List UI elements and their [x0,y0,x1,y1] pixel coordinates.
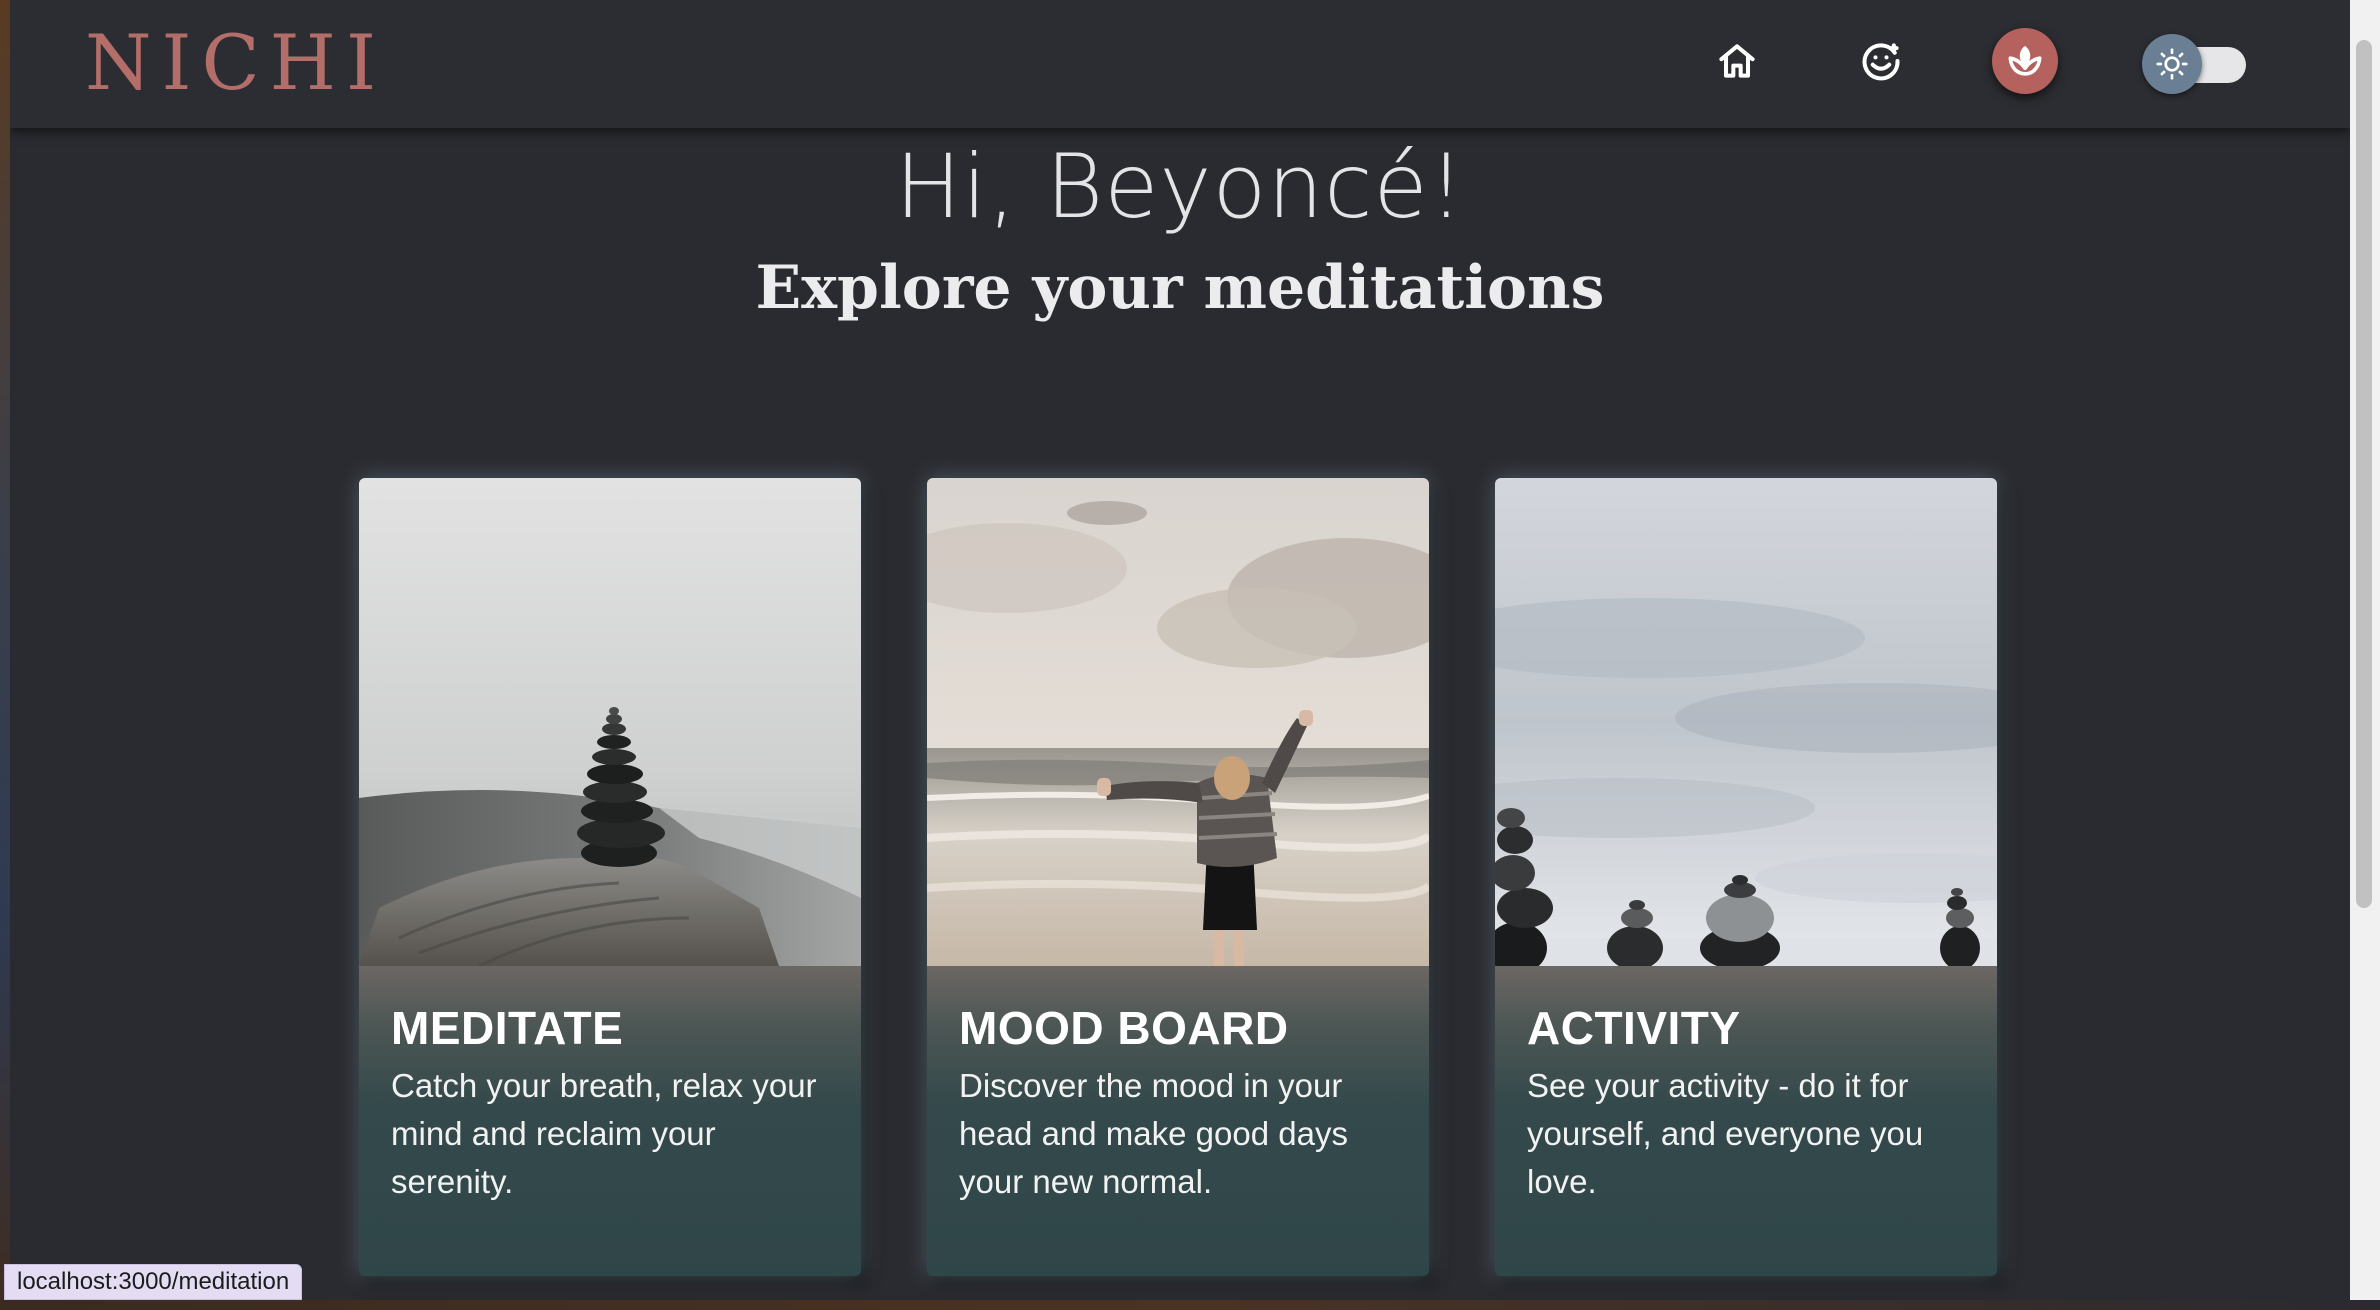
window-edge-bottom [0,1300,2380,1310]
nav-meditation-button[interactable] [1992,28,2058,94]
nav-home-button[interactable] [1704,28,1770,94]
app: NICHI Hi, Beyoncé! Explore your meditati… [10,0,2350,1300]
card-title: MEDITATE [391,1002,624,1054]
card-description: Discover the mood in your head and make … [959,1067,1348,1200]
card-body: MOOD BOARD Discover the mood in your hea… [927,966,1429,1276]
card-image-pebbles [1495,478,1997,966]
logo[interactable]: NICHI [85,18,386,108]
card-body: ACTIVITY See your activity - do it for y… [1495,966,1997,1276]
scrollbar-thumb[interactable] [2356,40,2372,908]
page-subtitle: Explore your meditations [755,253,1605,323]
vertical-scrollbar[interactable] [2350,0,2380,1300]
card-body: MEDITATE Catch your breath, relax your m… [359,966,861,1276]
card-image-ocean-person [927,478,1429,966]
link-status-bar: localhost:3000/meditation [4,1264,303,1300]
card-description: See your activity - do it for yourself, … [1527,1067,1924,1200]
toggle-knob [2142,34,2202,94]
card-title: ACTIVITY [1527,1002,1741,1054]
greeting: Hi, Beyoncé! [895,135,1465,238]
sun-icon [2156,48,2188,80]
card-image-stone-cairn [359,478,861,966]
card-meditate[interactable]: MEDITATE Catch your breath, relax your m… [359,478,861,1276]
lotus-icon [2008,46,2042,76]
window-edge-left [0,0,10,1310]
card-title: MOOD BOARD [959,1002,1289,1054]
card-activity[interactable]: ACTIVITY See your activity - do it for y… [1495,478,1997,1276]
top-navbar: NICHI [10,0,2350,128]
home-icon [1719,44,1755,78]
nav-mood-button[interactable] [1848,28,1914,94]
card-mood-board[interactable]: MOOD BOARD Discover the mood in your hea… [927,478,1429,1276]
card-description: Catch your breath, relax your mind and r… [391,1067,817,1200]
theme-toggle[interactable] [2142,34,2248,94]
smiley-icon [1862,43,1900,81]
